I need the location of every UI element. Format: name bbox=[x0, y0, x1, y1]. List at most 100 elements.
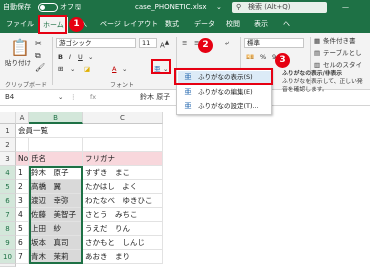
italic-icon[interactable]: I bbox=[69, 53, 71, 62]
tab-review[interactable]: 校閲 bbox=[226, 19, 240, 29]
tab-help[interactable]: ヘ bbox=[283, 19, 290, 29]
menu-highlight-frame bbox=[174, 68, 273, 85]
tab-formulas[interactable]: 数式 bbox=[165, 19, 179, 29]
clipboard-group-label: クリップボード bbox=[5, 82, 48, 89]
cell-b2[interactable] bbox=[29, 138, 83, 152]
tab-data[interactable]: データ bbox=[194, 19, 215, 29]
chevron-down-icon[interactable]: ⌄ bbox=[58, 93, 63, 102]
paste-label[interactable]: 貼り付け bbox=[5, 59, 31, 68]
tab-file[interactable]: ファイル bbox=[6, 19, 34, 29]
cell-a10[interactable]: 7 bbox=[16, 250, 29, 264]
menu-item-furigana-settings[interactable]: 亜 ふりがなの設定(T)... bbox=[178, 100, 271, 113]
cell-a3[interactable]: No bbox=[16, 152, 29, 166]
cell-a4[interactable]: 1 bbox=[16, 166, 29, 180]
currency-icon[interactable]: 💴 bbox=[246, 53, 254, 62]
search-icon: ⚲ bbox=[236, 3, 242, 11]
paste-icon[interactable]: 📋 bbox=[10, 39, 30, 57]
row-header[interactable]: 3 bbox=[0, 152, 16, 166]
search-box[interactable]: ⚲ 検索 (Alt+Q) bbox=[232, 2, 327, 13]
percent-icon[interactable]: % bbox=[260, 53, 266, 62]
cell-c1[interactable] bbox=[83, 124, 163, 138]
cell-styles-label[interactable]: セルのスタイ bbox=[323, 61, 362, 70]
cut-icon[interactable]: ✂ bbox=[35, 39, 42, 49]
cell-b5[interactable]: 高橋 翼 bbox=[29, 180, 83, 194]
row-header[interactable]: 5 bbox=[0, 180, 16, 194]
cell-b8[interactable]: 上田 紗 bbox=[29, 222, 83, 236]
cell-a2[interactable] bbox=[16, 138, 29, 152]
cell-styles-icon[interactable]: ▥ bbox=[314, 61, 320, 70]
row-header[interactable]: 10 bbox=[0, 250, 16, 264]
cell-b10[interactable]: 青木 茉莉 bbox=[29, 250, 83, 264]
format-as-table-label[interactable]: テーブルとし bbox=[323, 49, 362, 58]
save-icon[interactable]: 🖫 bbox=[75, 2, 81, 12]
cell-c5[interactable]: たかはし よく bbox=[83, 180, 163, 194]
conditional-format-icon[interactable]: ▦ bbox=[314, 37, 320, 46]
row-header[interactable]: 7 bbox=[0, 208, 16, 222]
row-header[interactable]: 9 bbox=[0, 236, 16, 250]
insert-function-icon[interactable]: fx bbox=[90, 93, 96, 102]
format-as-table-icon[interactable]: ▤ bbox=[314, 49, 320, 58]
cell-b9[interactable]: 坂本 真司 bbox=[29, 236, 83, 250]
cell-c2[interactable] bbox=[83, 138, 163, 152]
row-header[interactable]: 4 bbox=[0, 166, 16, 180]
cell-c6[interactable]: わたなべ ゆきひこ bbox=[83, 194, 163, 208]
column-header-a[interactable]: A bbox=[16, 112, 29, 124]
cell-c10[interactable]: あおき まり bbox=[83, 250, 163, 264]
chevron-down-icon[interactable]: ⌄ bbox=[216, 2, 222, 12]
cell-c7[interactable]: さとう みちこ bbox=[83, 208, 163, 222]
font-size-select[interactable]: 11 bbox=[139, 38, 157, 48]
autosave-toggle[interactable] bbox=[38, 3, 58, 12]
row-header[interactable]: 2 bbox=[0, 138, 16, 152]
row-header[interactable]: 8 bbox=[0, 222, 16, 236]
font-color-icon[interactable]: A bbox=[112, 65, 116, 74]
bold-icon[interactable]: B bbox=[58, 53, 63, 62]
menu-item-label: ふりがなの編集(E) bbox=[198, 88, 253, 96]
cell-b6[interactable]: 渡辺 幸弥 bbox=[29, 194, 83, 208]
callout-frame-phonetic-button bbox=[151, 59, 171, 74]
callout-frame-home-tab bbox=[38, 15, 67, 34]
select-all-corner[interactable] bbox=[0, 112, 16, 124]
tooltip: ふりがなの表示/非表示 ふりがなを表示して、正しい発音を確認します。 bbox=[282, 70, 368, 94]
cell-a8[interactable]: 5 bbox=[16, 222, 29, 236]
cell-a1[interactable]: 会員一覧 bbox=[16, 124, 83, 138]
cell-b3[interactable]: 氏名 bbox=[29, 152, 83, 166]
minimize-icon[interactable]: — bbox=[342, 2, 349, 12]
search-placeholder: 検索 (Alt+Q) bbox=[248, 3, 291, 11]
cell-c4[interactable]: すずき まこ bbox=[83, 166, 163, 180]
row-header[interactable]: 6 bbox=[0, 194, 16, 208]
menu-item-edit-furigana[interactable]: 亜 ふりがなの編集(E) bbox=[178, 86, 271, 99]
tooltip-body: ふりがなを表示して、正しい発音を確認します。 bbox=[282, 79, 363, 93]
cell-b4[interactable]: 鈴木 原子 bbox=[29, 166, 83, 180]
cell-c8[interactable]: うえだ りん bbox=[83, 222, 163, 236]
name-box[interactable]: B4 bbox=[2, 92, 52, 103]
menu-item-label: ふりがなの設定(T)... bbox=[198, 102, 259, 110]
filename: case_PHONETIC.xlsx bbox=[135, 3, 207, 11]
tab-view[interactable]: 表示 bbox=[254, 19, 268, 29]
tab-page-layout[interactable]: ページ レイアウト bbox=[100, 19, 158, 29]
fill-color-icon[interactable]: ◪ bbox=[84, 65, 90, 74]
font-name-select[interactable]: 游ゴシック bbox=[56, 38, 136, 48]
cell-a6[interactable]: 3 bbox=[16, 194, 29, 208]
chevron-down-icon[interactable]: ⌄ bbox=[122, 65, 127, 74]
align-top-icon[interactable]: ≡ bbox=[182, 39, 187, 48]
cell-c9[interactable]: さかもと しんじ bbox=[83, 236, 163, 250]
cell-b7[interactable]: 佐藤 美智子 bbox=[29, 208, 83, 222]
format-painter-icon[interactable]: 🖌 bbox=[35, 63, 45, 73]
conditional-format-label[interactable]: 条件付き書 bbox=[323, 37, 356, 46]
row-header[interactable]: 1 bbox=[0, 124, 16, 138]
border-icon[interactable]: ⊞ bbox=[58, 65, 63, 74]
underline-icon[interactable]: U bbox=[78, 53, 83, 62]
grow-font-icon[interactable]: A▲ bbox=[160, 38, 169, 50]
column-header-b[interactable]: B bbox=[29, 112, 83, 124]
cell-a9[interactable]: 6 bbox=[16, 236, 29, 250]
formula-value[interactable]: 鈴木 原子 bbox=[140, 93, 170, 102]
dropdown-arrow-icon[interactable]: ⌄ bbox=[88, 53, 93, 62]
cell-c3[interactable]: フリガナ bbox=[83, 152, 163, 166]
copy-icon[interactable]: ⧉ bbox=[35, 51, 41, 61]
cell-a7[interactable]: 4 bbox=[16, 208, 29, 222]
chevron-down-icon[interactable]: ⌄ bbox=[70, 65, 75, 74]
cell-a5[interactable]: 2 bbox=[16, 180, 29, 194]
wrap-text-icon[interactable]: ⤶ bbox=[225, 39, 229, 48]
column-header-c[interactable]: C bbox=[83, 112, 163, 124]
number-format-select[interactable]: 標準 bbox=[244, 38, 304, 48]
